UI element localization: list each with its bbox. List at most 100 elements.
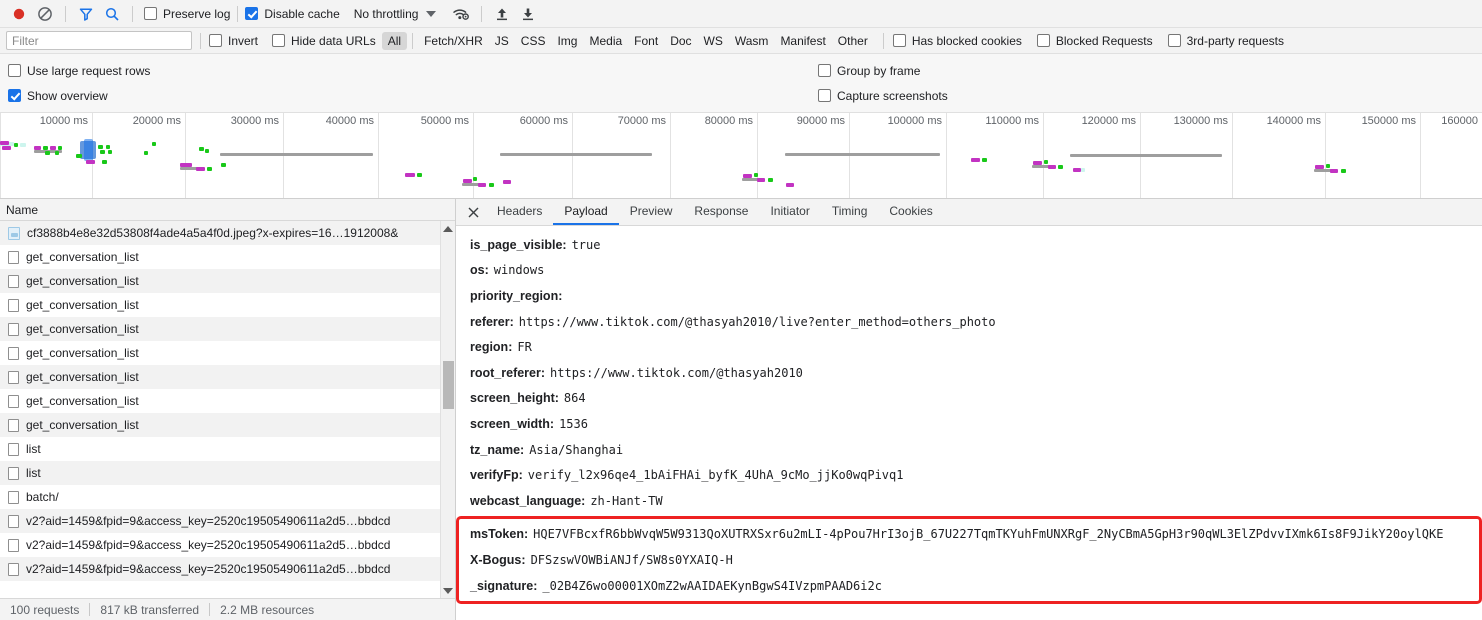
payload-field[interactable]: os: windows (470, 258, 1482, 284)
payload-field[interactable]: tz_name: Asia/Shanghai (470, 437, 1482, 463)
capture-screenshots-checkbox[interactable]: Capture screenshots (818, 89, 948, 103)
third-party-requests-box[interactable] (1167, 34, 1181, 47)
payload-field[interactable]: priority_region: (470, 283, 1482, 309)
table-row[interactable]: cf3888b4e8e32d53808f4ade4a5a4f0d.jpeg?x-… (0, 221, 440, 245)
table-row[interactable]: get_conversation_list (0, 365, 440, 389)
request-name: get_conversation_list (26, 274, 139, 288)
table-row[interactable]: get_conversation_list (0, 341, 440, 365)
table-row[interactable]: get_conversation_list (0, 389, 440, 413)
type-filter-manifest[interactable]: Manifest (774, 32, 831, 50)
search-magnifier-icon[interactable] (99, 2, 125, 26)
tab-headers[interactable]: Headers (486, 199, 553, 225)
payload-field[interactable]: screen_width: 1536 (470, 411, 1482, 437)
payload-field[interactable]: is_page_visible: true (470, 232, 1482, 258)
payload-field[interactable]: root_referer: https://www.tiktok.com/@th… (470, 360, 1482, 386)
type-filter-doc[interactable]: Doc (664, 32, 697, 50)
request-list-header[interactable]: Name (0, 199, 455, 221)
invert-checkbox[interactable]: Invert (209, 34, 258, 48)
payload-field[interactable]: referer: https://www.tiktok.com/@thasyah… (470, 309, 1482, 335)
throttling-dropdown[interactable]: No throttling (354, 7, 437, 21)
payload-field-x-bogus[interactable]: X-Bogus: DFSzswVOWBiANJf/SW8s0YXAIQ-H (470, 547, 1482, 573)
use-large-request-rows-box[interactable] (8, 64, 21, 77)
request-list-scrollbar[interactable] (440, 221, 455, 598)
blocked-requests-checkbox[interactable]: Blocked Requests (1036, 34, 1153, 48)
type-filter-media[interactable]: Media (583, 32, 628, 50)
disable-cache-box[interactable] (245, 7, 259, 20)
table-row[interactable]: get_conversation_list (0, 317, 440, 341)
wifi-gear-icon[interactable] (448, 2, 474, 26)
capture-screenshots-box[interactable] (818, 89, 831, 102)
scrollbar-thumb[interactable] (443, 361, 454, 409)
table-row[interactable]: v2?aid=1459&fpid=9&access_key=2520c19505… (0, 557, 440, 581)
filter-input[interactable] (6, 31, 192, 50)
has-blocked-cookies-box[interactable] (892, 34, 906, 47)
type-filter-js[interactable]: JS (489, 32, 515, 50)
funnel-icon[interactable] (73, 2, 99, 26)
request-count: 100 requests (10, 602, 80, 617)
table-row[interactable]: v2?aid=1459&fpid=9&access_key=2520c19505… (0, 509, 440, 533)
request-name: get_conversation_list (26, 370, 139, 384)
hide-data-urls-label: Hide data URLs (291, 33, 376, 48)
table-row[interactable]: list (0, 461, 440, 485)
has-blocked-cookies-checkbox[interactable]: Has blocked cookies (892, 34, 1022, 48)
table-row[interactable]: get_conversation_list (0, 269, 440, 293)
type-filter-wasm[interactable]: Wasm (729, 32, 775, 50)
payload-field[interactable]: webcast_language: zh-Hant-TW (470, 488, 1482, 514)
type-filter-img[interactable]: Img (551, 32, 583, 50)
group-by-frame-checkbox[interactable]: Group by frame (818, 64, 920, 78)
third-party-requests-checkbox[interactable]: 3rd-party requests (1167, 34, 1284, 48)
overview-tick-label: 100000 ms (887, 115, 942, 127)
payload-field[interactable]: region: FR (470, 334, 1482, 360)
record-circle-icon[interactable] (6, 2, 32, 26)
hide-data-urls-checkbox[interactable]: Hide data URLs (272, 34, 376, 48)
close-x-icon[interactable] (460, 199, 486, 225)
preserve-log-box[interactable] (144, 7, 157, 20)
clear-prohibited-icon[interactable] (32, 2, 58, 26)
table-row[interactable]: list (0, 437, 440, 461)
payload-key: webcast_language: (470, 493, 586, 508)
show-overview-checkbox[interactable]: Show overview (8, 89, 108, 103)
payload-key: referer: (470, 314, 514, 329)
network-overview-timeline[interactable]: 10000 ms 20000 ms 30000 ms 40000 ms 5000… (0, 113, 1482, 199)
preserve-log-checkbox[interactable]: Preserve log (144, 7, 230, 21)
type-filter-ws[interactable]: WS (698, 32, 729, 50)
payload-field-mstoken[interactable]: msToken: HQE7VFBcxfR6bbWvqW5W9313QoXUTRX… (470, 522, 1482, 548)
type-filter-other[interactable]: Other (832, 32, 874, 50)
payload-value: _02B4Z6wo00001XOmZ2wAAIDAEKynBgwS4IVzpmP… (542, 578, 882, 593)
table-row[interactable]: v2?aid=1459&fpid=9&access_key=2520c19505… (0, 533, 440, 557)
type-filter-all[interactable]: All (381, 31, 408, 50)
scroll-up-arrow-icon[interactable] (441, 221, 455, 236)
overview-tick-label: 150000 ms (1361, 115, 1416, 127)
tab-response[interactable]: Response (683, 199, 759, 225)
tab-cookies[interactable]: Cookies (878, 199, 943, 225)
payload-field[interactable]: screen_height: 864 (470, 386, 1482, 412)
group-by-frame-box[interactable] (818, 64, 831, 77)
type-filter-fetch-xhr[interactable]: Fetch/XHR (418, 32, 489, 50)
type-filter-css[interactable]: CSS (515, 32, 552, 50)
chevron-down-icon[interactable] (426, 10, 437, 17)
download-arrow-icon[interactable] (515, 2, 541, 26)
disable-cache-checkbox[interactable]: Disable cache (245, 7, 340, 21)
payload-field[interactable]: verifyFp: verify_l2x96qe4_1bAiFHAi_byfK_… (470, 462, 1482, 488)
detail-tabs: Headers Payload Preview Response Initiat… (456, 199, 1482, 226)
tab-payload[interactable]: Payload (553, 199, 619, 225)
use-large-request-rows-checkbox[interactable]: Use large request rows (8, 64, 150, 78)
tab-preview[interactable]: Preview (619, 199, 684, 225)
hide-data-urls-box[interactable] (272, 34, 286, 47)
column-header-name: Name (6, 202, 39, 217)
tab-initiator[interactable]: Initiator (759, 199, 820, 225)
payload-value: FR (517, 340, 532, 355)
payload-field-signature[interactable]: _signature: _02B4Z6wo00001XOmZ2wAAIDAEKy… (470, 573, 1482, 599)
table-row[interactable]: get_conversation_list (0, 413, 440, 437)
table-row[interactable]: batch/ (0, 485, 440, 509)
show-overview-box[interactable] (8, 89, 21, 102)
tab-timing[interactable]: Timing (821, 199, 879, 225)
table-row[interactable]: get_conversation_list (0, 293, 440, 317)
type-filter-font[interactable]: Font (628, 32, 664, 50)
table-row[interactable]: get_conversation_list (0, 245, 440, 269)
document-file-icon (8, 514, 19, 528)
upload-arrow-icon[interactable] (489, 2, 515, 26)
invert-box[interactable] (209, 34, 222, 47)
blocked-requests-box[interactable] (1036, 34, 1050, 47)
scroll-down-arrow-icon[interactable] (441, 583, 455, 598)
